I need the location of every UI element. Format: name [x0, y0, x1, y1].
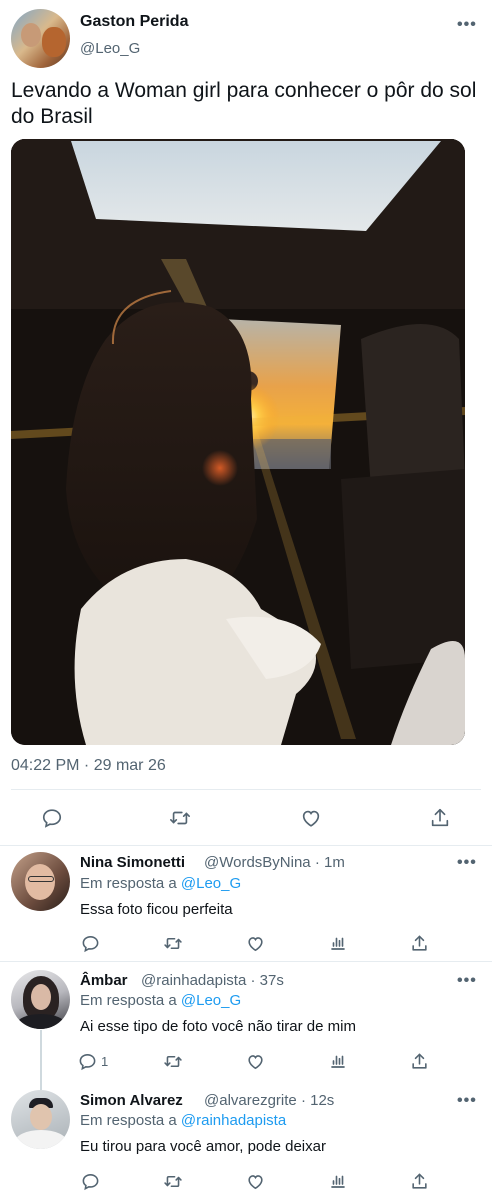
reply-author-name[interactable]: Simon Alvarez: [80, 1092, 183, 1109]
reply-icon[interactable]: [78, 1170, 102, 1192]
author-name[interactable]: Gaston Perida: [80, 13, 188, 31]
author-handle[interactable]: @Leo_G: [80, 40, 140, 57]
like-icon[interactable]: [243, 1050, 267, 1072]
divider: [11, 789, 481, 790]
reply-tweet: Simon Alvarez @alvarezgrite · 12s ••• Em…: [0, 1082, 492, 1200]
share-icon[interactable]: [407, 932, 431, 954]
reply-time: · 37s: [250, 972, 284, 989]
in-reply-prefix: Em resposta a: [80, 992, 181, 1009]
reply-author-handle[interactable]: @alvarezgrite · 12s: [204, 1092, 334, 1109]
reply-icon[interactable]: [38, 804, 66, 832]
in-reply-to-link[interactable]: @Leo_G: [181, 875, 241, 892]
analytics-icon[interactable]: [326, 1050, 350, 1072]
reply-text: Essa foto ficou perfeita: [80, 901, 233, 918]
reply-author-handle[interactable]: @WordsByNina · 1m: [204, 854, 345, 871]
like-icon[interactable]: [243, 932, 267, 954]
analytics-icon[interactable]: [326, 1170, 350, 1192]
tweet-photo[interactable]: [11, 139, 465, 745]
tweet-timestamp[interactable]: 04:22 PM · 29 mar 26: [11, 757, 166, 775]
reply-text: Eu tirou para você amor, pode deixar: [80, 1138, 326, 1155]
like-icon[interactable]: [297, 804, 325, 832]
reply-time: · 12s: [300, 1092, 335, 1109]
reply-icon[interactable]: [78, 932, 102, 954]
reply-tweet: Nina Simonetti @WordsByNina · 1m ••• Em …: [0, 846, 492, 961]
reply-text: Ai esse tipo de foto você não tirar de m…: [80, 1018, 356, 1035]
reply-icon[interactable]: 1: [78, 1050, 118, 1072]
in-reply-prefix: Em resposta a: [80, 1112, 181, 1129]
main-tweet: Gaston Perida @Leo_G ••• Levando a Woman…: [0, 0, 492, 845]
like-icon[interactable]: [243, 1170, 267, 1192]
reply-tweet: Âmbar @rainhadapista · 37s ••• Em respos…: [0, 962, 492, 1090]
more-options-icon[interactable]: •••: [457, 16, 477, 34]
avatar[interactable]: [11, 1090, 70, 1149]
reply-author-name[interactable]: Nina Simonetti: [80, 854, 185, 871]
reply-count: 1: [101, 1053, 109, 1069]
retweet-icon[interactable]: [161, 1050, 185, 1072]
retweet-icon[interactable]: [161, 1170, 185, 1192]
more-options-icon[interactable]: •••: [457, 1092, 477, 1110]
analytics-icon[interactable]: [326, 932, 350, 954]
in-reply-to: Em resposta a @rainhadapista: [80, 1112, 286, 1129]
share-icon[interactable]: [407, 1170, 431, 1192]
more-options-icon[interactable]: •••: [457, 972, 477, 990]
share-icon[interactable]: [426, 804, 454, 832]
in-reply-to-link[interactable]: @Leo_G: [181, 992, 241, 1009]
tweet-actions: [0, 800, 492, 836]
reply-author-handle-text: @alvarezgrite: [204, 1092, 297, 1109]
tweet-text: Levando a Woman girl para conhecer o pôr…: [11, 79, 477, 128]
avatar[interactable]: [11, 852, 70, 911]
sunset-car-photo: [11, 139, 465, 745]
avatar[interactable]: [11, 970, 70, 1029]
in-reply-prefix: Em resposta a: [80, 875, 181, 892]
in-reply-to: Em resposta a @Leo_G: [80, 875, 241, 892]
share-icon[interactable]: [407, 1050, 431, 1072]
retweet-icon[interactable]: [166, 804, 194, 832]
reply-author-name[interactable]: Âmbar: [80, 972, 128, 989]
retweet-icon[interactable]: [161, 932, 185, 954]
thread-line: [40, 1030, 42, 1090]
reply-author-handle-text: @WordsByNina: [204, 854, 311, 871]
reply-author-handle-text: @rainhadapista: [141, 972, 247, 989]
reply-author-handle[interactable]: @rainhadapista · 37s: [141, 972, 284, 989]
more-options-icon[interactable]: •••: [457, 854, 477, 872]
in-reply-to-link[interactable]: @rainhadapista: [181, 1112, 286, 1129]
reply-time: · 1m: [314, 854, 345, 871]
in-reply-to: Em resposta a @Leo_G: [80, 992, 241, 1009]
author-avatar[interactable]: [11, 9, 70, 68]
